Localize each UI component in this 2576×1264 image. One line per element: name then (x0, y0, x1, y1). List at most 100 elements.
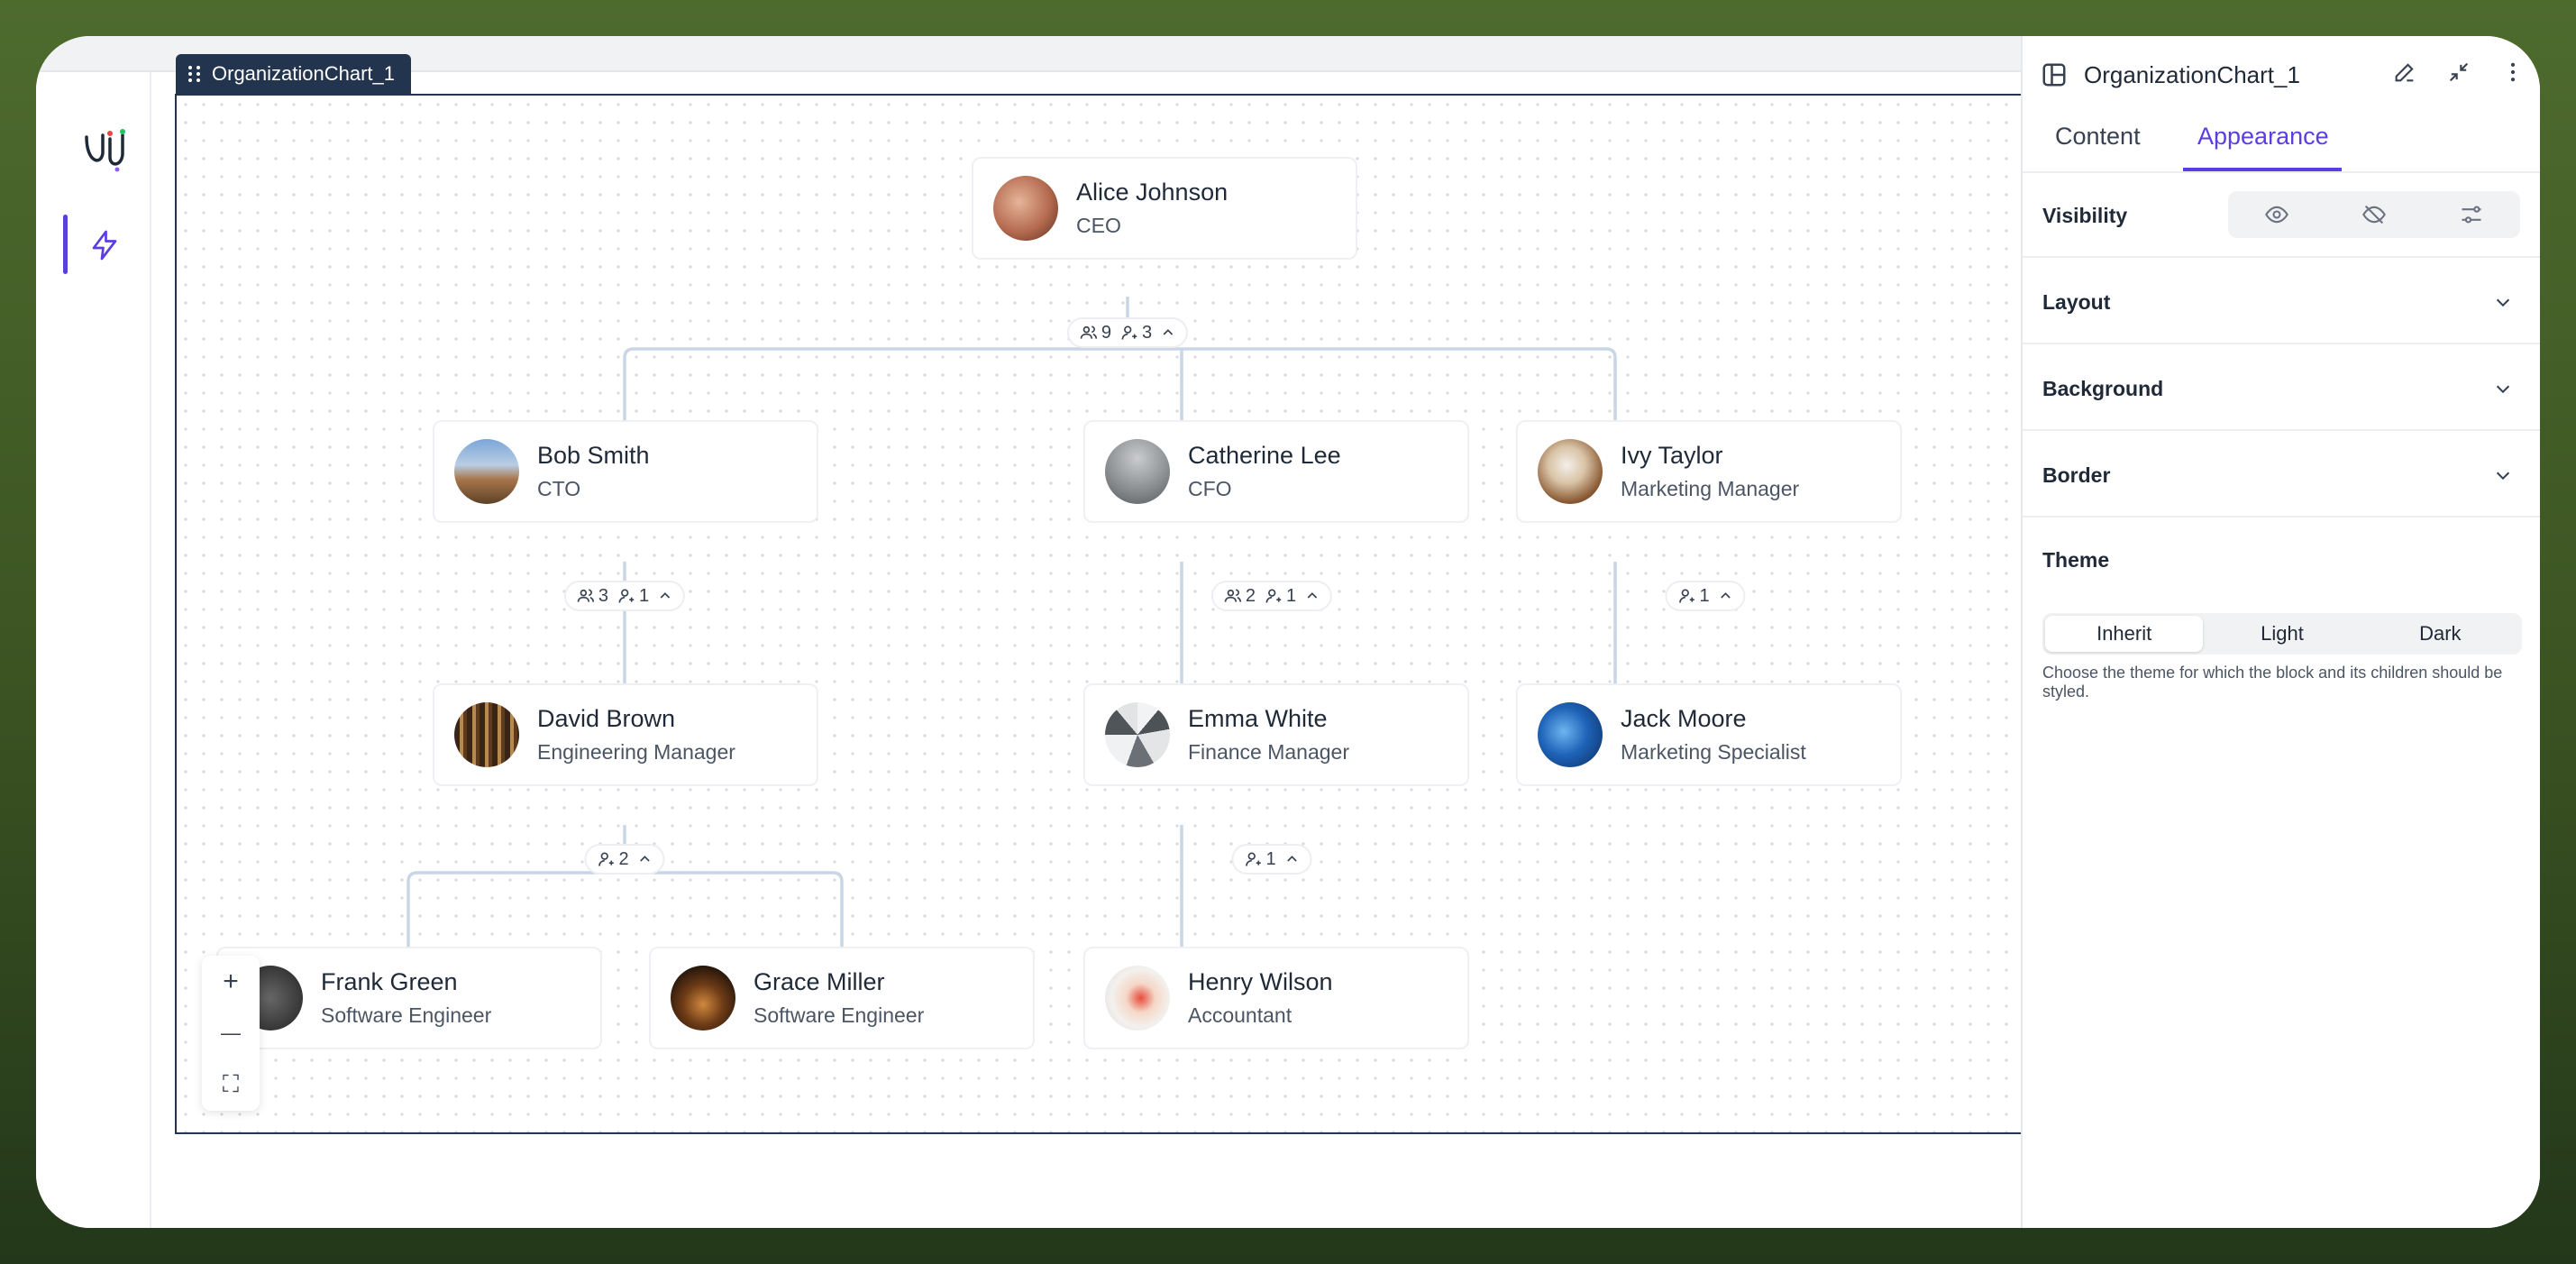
chevron-up-icon (1163, 329, 1174, 335)
total-count: 9 (1101, 322, 1111, 343)
direct-report-icon (1679, 589, 1694, 603)
chevron-up-icon (640, 856, 650, 862)
person-name: Emma White (1188, 705, 1328, 732)
chevron-up-icon (1721, 592, 1731, 599)
org-card-jack[interactable]: Jack Moore Marketing Specialist (1516, 683, 1902, 786)
tab-appearance[interactable]: Appearance (2197, 123, 2329, 151)
person-role: Finance Manager (1188, 740, 1349, 764)
theme-option-light[interactable]: Light (2203, 616, 2361, 652)
person-role: Software Engineer (321, 1003, 492, 1027)
theme-option-dark[interactable]: Dark (2361, 616, 2519, 652)
background-label: Background (2042, 377, 2164, 400)
layout-section[interactable]: Layout (2023, 258, 2540, 344)
avatar (454, 702, 519, 767)
direct-count: 1 (1286, 585, 1297, 606)
org-card-bob[interactable]: Bob Smith CTO (433, 420, 818, 523)
border-label: Border (2042, 463, 2111, 487)
tab-content[interactable]: Content (2055, 123, 2141, 151)
fit-view-button[interactable]: ⛶ (223, 1067, 239, 1103)
org-card-ivy[interactable]: Ivy Taylor Marketing Manager (1516, 420, 1902, 523)
visibility-toggle (2228, 191, 2520, 238)
direct-count: 1 (1699, 585, 1710, 606)
panel-title: OrganizationChart_1 (2084, 60, 2300, 88)
theme-option-inherit[interactable]: Inherit (2045, 616, 2204, 652)
app-logo-icon[interactable] (81, 126, 130, 175)
avatar (1105, 966, 1170, 1030)
person-name: Frank Green (321, 968, 458, 995)
direct-count: 1 (639, 585, 650, 606)
direct-report-icon (1265, 589, 1282, 603)
avatar (454, 439, 519, 504)
expand-badge-ivy[interactable]: 1 (1665, 581, 1746, 611)
chevron-down-icon (2496, 385, 2510, 394)
person-name: David Brown (537, 705, 676, 732)
layout-icon (2042, 63, 2066, 87)
chevron-down-icon (2496, 472, 2510, 481)
person-name: Alice Johnson (1076, 179, 1229, 206)
collapse-icon[interactable] (2446, 60, 2471, 85)
org-chart-canvas[interactable]: Alice Johnson CEO 9 3 Bob Smith CTO 3 1 Ca… (175, 94, 2021, 1134)
eye-icon[interactable] (2264, 202, 2289, 227)
component-tab-label: OrganizationChart_1 (212, 62, 396, 85)
component-tab[interactable]: OrganizationChart_1 (176, 54, 412, 94)
theme-label: Theme (2042, 548, 2110, 572)
avatar (1105, 439, 1170, 504)
panel-tabs: Content Appearance (2023, 114, 2540, 173)
org-card-henry[interactable]: Henry Wilson Accountant (1083, 947, 1469, 1049)
chevron-down-icon (2496, 298, 2510, 307)
person-role: Software Engineer (754, 1003, 925, 1027)
active-tab-indicator (2183, 168, 2342, 171)
chevron-up-icon (1307, 592, 1318, 599)
total-count: 3 (598, 585, 608, 606)
person-role: Accountant (1188, 1003, 1293, 1027)
background-section[interactable]: Background (2023, 344, 2540, 431)
avatar (993, 176, 1058, 241)
person-name: Grace Miller (754, 968, 885, 995)
direct-count: 2 (618, 848, 629, 869)
person-name: Catherine Lee (1188, 442, 1341, 469)
more-vertical-icon[interactable] (2500, 60, 2526, 85)
direct-count: 3 (1142, 322, 1153, 343)
org-card-frank[interactable]: Frank Green Software Engineer (216, 947, 602, 1049)
direct-report-icon (618, 589, 635, 603)
expand-badge-alice[interactable]: 9 3 (1066, 317, 1189, 348)
person-role: Marketing Manager (1621, 477, 1800, 500)
avatar (1538, 439, 1603, 504)
person-name: Bob Smith (537, 442, 650, 469)
person-role: Engineering Manager (537, 740, 735, 764)
visibility-row: Visibility (2023, 173, 2540, 258)
border-section[interactable]: Border (2023, 431, 2540, 518)
direct-report-icon (598, 852, 614, 866)
org-card-grace[interactable]: Grace Miller Software Engineer (649, 947, 1035, 1049)
team-icon (577, 589, 595, 602)
drag-handle-icon[interactable] (188, 66, 201, 82)
visibility-label: Visibility (2042, 204, 2128, 227)
zoom-out-button[interactable]: — (221, 1015, 241, 1051)
direct-report-icon (1121, 325, 1137, 340)
layout-label: Layout (2042, 290, 2111, 314)
zoom-in-button[interactable]: + (223, 964, 239, 1000)
person-role: Marketing Specialist (1621, 740, 1806, 764)
team-icon (1080, 325, 1098, 339)
lightning-icon[interactable] (88, 229, 121, 261)
org-card-alice[interactable]: Alice Johnson CEO (972, 157, 1357, 260)
app-window: P OrganizationChart_1 Alice Johns (36, 36, 2540, 1228)
expand-badge-catherine[interactable]: 2 1 (1210, 581, 1333, 611)
expand-badge-emma[interactable]: 1 (1231, 844, 1312, 875)
person-name: Ivy Taylor (1621, 442, 1723, 469)
org-card-catherine[interactable]: Catherine Lee CFO (1083, 420, 1469, 523)
person-role: CTO (537, 477, 581, 500)
panel-header: OrganizationChart_1 (2023, 36, 2540, 114)
expand-badge-bob[interactable]: 3 1 (563, 581, 686, 611)
sliders-icon[interactable] (2459, 202, 2484, 227)
eye-off-icon[interactable] (2361, 202, 2387, 227)
org-card-emma[interactable]: Emma White Finance Manager (1083, 683, 1469, 786)
edit-icon[interactable] (2392, 60, 2417, 85)
org-card-david[interactable]: David Brown Engineering Manager (433, 683, 818, 786)
direct-count: 1 (1265, 848, 1276, 869)
person-role: CFO (1188, 477, 1232, 500)
theme-selector: Inherit Light Dark (2042, 613, 2522, 655)
nav-active-indicator (63, 215, 68, 274)
person-name: Henry Wilson (1188, 968, 1333, 995)
expand-badge-david[interactable]: 2 (584, 844, 665, 875)
